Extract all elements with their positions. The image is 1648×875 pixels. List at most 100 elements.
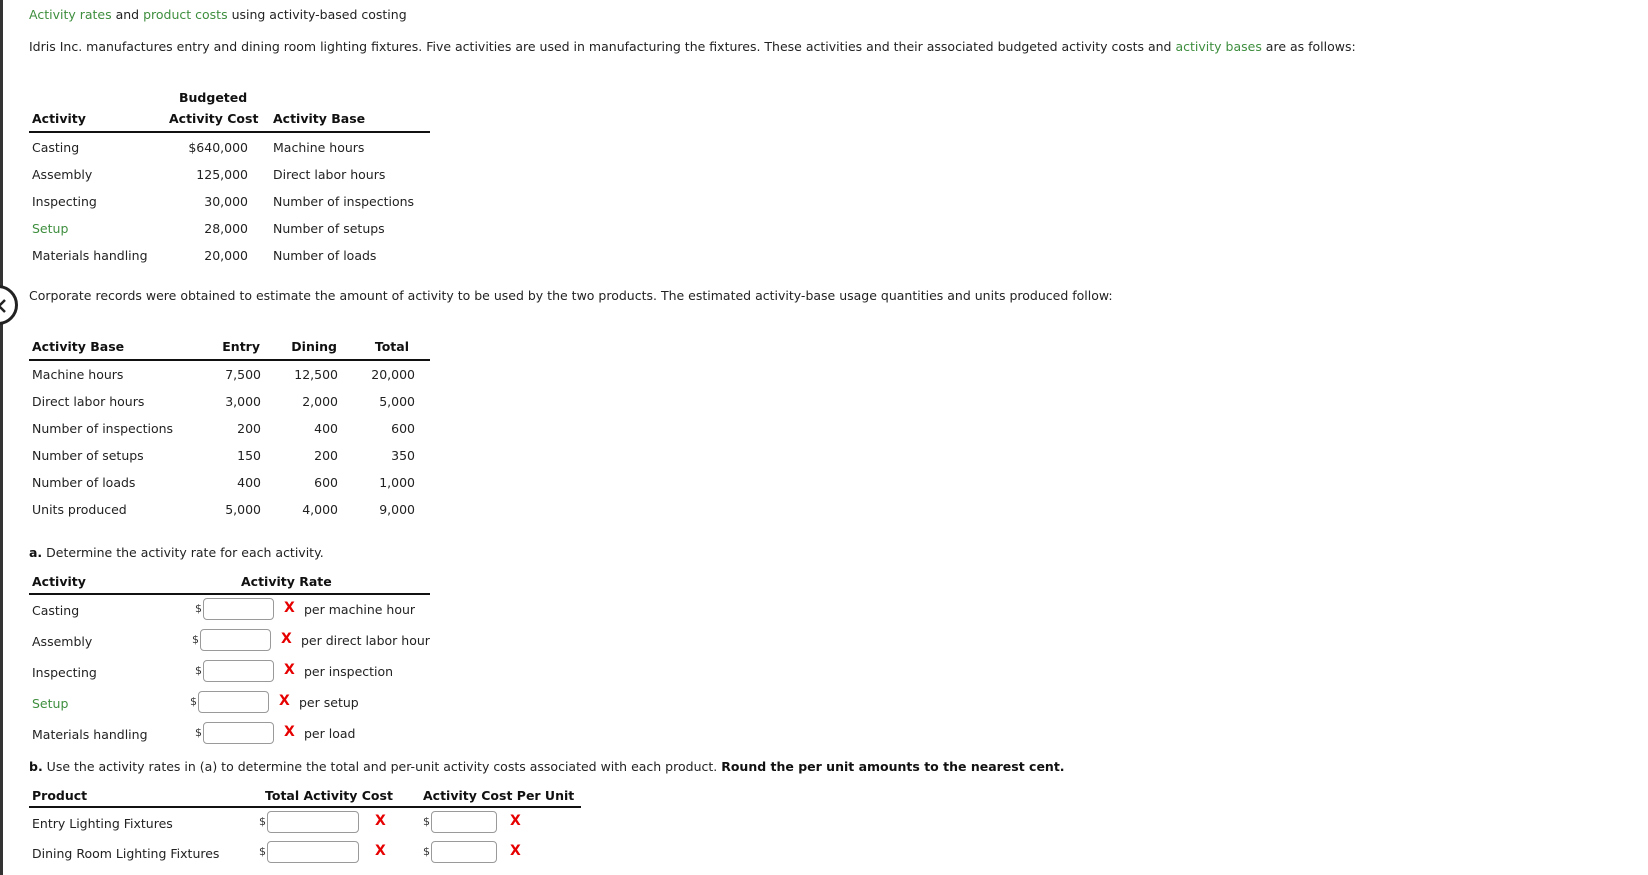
title-text: using activity-based costing	[227, 7, 407, 22]
currency-symbol: $	[259, 845, 266, 858]
currency-symbol: $	[423, 815, 430, 828]
activity-name: Inspecting	[32, 665, 97, 680]
header-activity-rate: Activity Rate	[241, 574, 332, 589]
header-activity: Activity	[32, 111, 86, 126]
rounding-note: Round the per unit amounts to the neares…	[721, 759, 1065, 774]
currency-symbol: $	[195, 726, 202, 739]
dining-value: 200	[314, 448, 338, 463]
dining-value: 400	[314, 421, 338, 436]
activity-name[interactable]: Setup	[32, 696, 68, 711]
rate-unit: per setup	[299, 695, 359, 710]
rate-unit: per machine hour	[304, 602, 416, 617]
left-rail-border	[0, 0, 3, 875]
activity-name: Inspecting	[32, 194, 97, 209]
activity-name: Materials handling	[32, 248, 148, 263]
total-activity-cost-input[interactable]	[267, 811, 359, 833]
currency-symbol: $	[423, 845, 430, 858]
activity-base: Direct labor hours	[32, 394, 145, 409]
part-a-instruction: a. Determine the activity rate for each …	[29, 545, 324, 560]
header-activity: Activity	[32, 574, 86, 589]
total-value: 600	[391, 421, 415, 436]
entry-value: 200	[237, 421, 261, 436]
table-rule	[29, 806, 581, 808]
cost-per-unit-input[interactable]	[431, 841, 497, 863]
budgeted-cost: $640,000	[188, 140, 248, 155]
incorrect-x-icon: X	[279, 693, 290, 709]
product-name: Entry Lighting Fixtures	[32, 816, 173, 831]
title-link-product-costs[interactable]: product costs	[143, 7, 228, 22]
back-button[interactable]	[0, 285, 18, 325]
part-b-text: Use the activity rates in (a) to determi…	[42, 759, 722, 774]
total-value: 9,000	[379, 502, 415, 517]
header-total: Total	[374, 339, 409, 354]
activity-name: Casting	[32, 603, 80, 618]
dining-value: 12,500	[294, 367, 338, 382]
incorrect-x-icon: X	[284, 600, 295, 616]
part-a-text: Determine the activity rate for each act…	[42, 545, 324, 560]
activity-name: Materials handling	[32, 727, 148, 742]
entry-value: 400	[237, 475, 261, 490]
header-activity-cost: Activity Cost	[169, 111, 259, 126]
currency-symbol: $	[192, 633, 199, 646]
entry-value: 150	[237, 448, 261, 463]
incorrect-x-icon: X	[284, 662, 295, 678]
part-b-instruction: b. Use the activity rates in (a) to dete…	[29, 759, 1065, 774]
activity-rate-input[interactable]	[203, 660, 274, 682]
activity-base: Direct labor hours	[273, 167, 386, 182]
incorrect-x-icon: X	[510, 843, 521, 859]
activity-name[interactable]: Setup	[32, 221, 68, 236]
entry-value: 3,000	[225, 394, 261, 409]
part-b-label: b.	[29, 759, 43, 774]
budgeted-cost: 20,000	[204, 248, 248, 263]
activity-base: Units produced	[32, 502, 127, 517]
incorrect-x-icon: X	[284, 724, 295, 740]
activity-base: Number of inspections	[32, 421, 174, 436]
intro-paragraph: Idris Inc. manufactures entry and dining…	[29, 39, 1356, 54]
activity-rate-input[interactable]	[203, 722, 274, 744]
incorrect-x-icon: X	[281, 631, 292, 647]
table-rule	[29, 131, 430, 133]
activity-rate-input[interactable]	[200, 629, 271, 651]
activity-bases-link[interactable]: activity bases	[1175, 39, 1261, 54]
incorrect-x-icon: X	[510, 813, 521, 829]
activity-base: Number of setups	[273, 221, 385, 236]
header-activity-cost-per-unit: Activity Cost Per Unit	[423, 788, 575, 803]
activity-rate-input[interactable]	[203, 598, 274, 620]
budgeted-cost: 125,000	[196, 167, 248, 182]
table-rule	[29, 359, 430, 361]
rate-unit: per load	[304, 726, 356, 741]
header-activity-base: Activity Base	[32, 339, 125, 354]
activity-name: Assembly	[32, 634, 93, 649]
intro-text: Idris Inc. manufactures entry and dining…	[29, 39, 1176, 54]
activity-rate-input[interactable]	[198, 691, 269, 713]
total-value: 20,000	[371, 367, 415, 382]
cost-per-unit-input[interactable]	[431, 811, 497, 833]
activity-base: Machine hours	[273, 140, 365, 155]
header-entry: Entry	[222, 339, 260, 354]
header-product: Product	[32, 788, 88, 803]
budgeted-cost: 28,000	[204, 221, 248, 236]
total-value: 5,000	[379, 394, 415, 409]
budgeted-cost: 30,000	[204, 194, 248, 209]
page-title: Activity rates and product costs using a…	[29, 7, 407, 22]
activity-name: Casting	[32, 140, 80, 155]
title-link-activity-rates[interactable]: Activity rates	[29, 7, 112, 22]
part-a-label: a.	[29, 545, 43, 560]
header-activity-base: Activity Base	[273, 111, 366, 126]
intro-text: are as follows:	[1261, 39, 1356, 54]
total-activity-cost-input[interactable]	[267, 841, 359, 863]
rate-unit: per direct labor hour	[301, 633, 430, 648]
activity-base: Number of loads	[273, 248, 377, 263]
chevron-left-icon	[0, 299, 6, 313]
incorrect-x-icon: X	[375, 813, 386, 829]
total-value: 1,000	[379, 475, 415, 490]
header-total-activity-cost: Total Activity Cost	[265, 788, 393, 803]
title-text: and	[111, 7, 144, 22]
currency-symbol: $	[195, 602, 202, 615]
product-name: Dining Room Lighting Fixtures	[32, 846, 220, 861]
table-rule	[29, 593, 430, 595]
activity-base: Machine hours	[32, 367, 124, 382]
corporate-records-text: Corporate records were obtained to estim…	[29, 288, 1113, 303]
dining-value: 2,000	[302, 394, 338, 409]
dining-value: 600	[314, 475, 338, 490]
